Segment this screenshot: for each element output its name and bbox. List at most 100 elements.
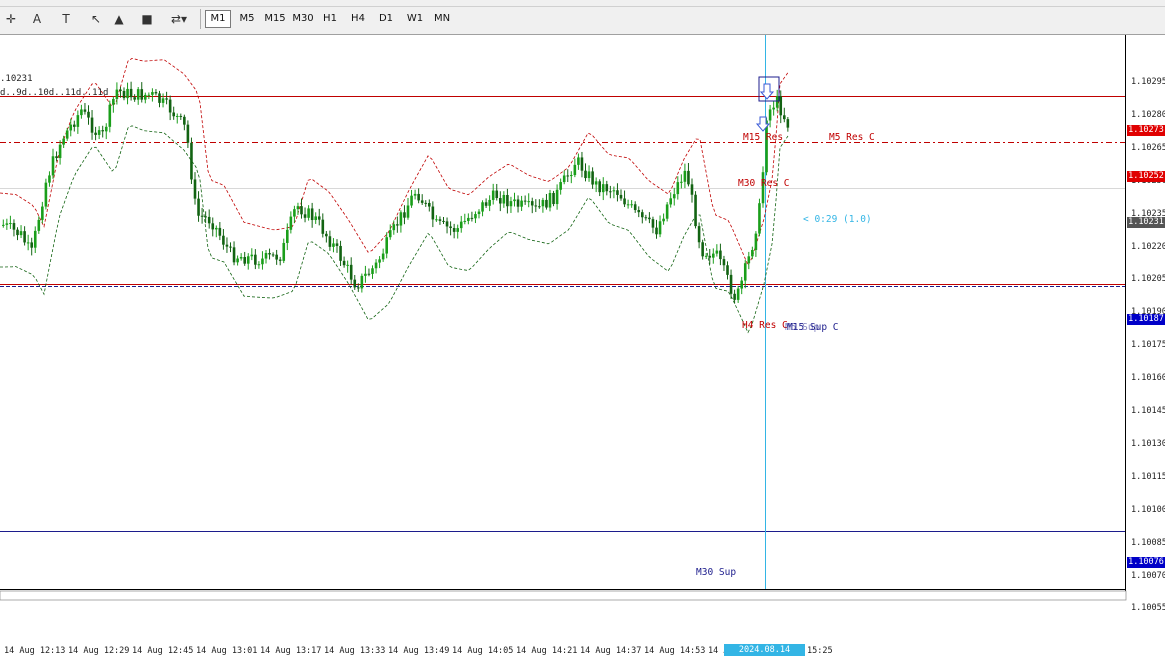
timeframe-w1[interactable]: W1 (403, 11, 427, 27)
candle-body (630, 204, 633, 206)
candle-body (410, 195, 413, 206)
candle-body (364, 273, 367, 276)
countdown-label: < 0:29 (1.0) (803, 214, 872, 225)
toolbar-separator (200, 9, 201, 29)
time-axis-label: 14 Aug 12:29 (68, 646, 130, 656)
price-axis-label: 1.10295 (1131, 77, 1165, 87)
candle-body (314, 216, 317, 221)
candle-body (484, 202, 488, 206)
candle-body (651, 219, 655, 228)
timeframe-m30[interactable]: M30 (290, 11, 316, 27)
triangle-tool-icon[interactable]: ▲ (110, 11, 128, 27)
candle-body (16, 229, 19, 236)
candle-body (58, 144, 62, 159)
candle-body (747, 256, 751, 264)
candle-body (76, 115, 80, 127)
candle-body (786, 119, 790, 128)
candle-body (573, 164, 577, 176)
candle-body (499, 198, 502, 204)
more-objects-icon[interactable]: ⇄▾ (167, 11, 191, 27)
candle-body (179, 115, 183, 117)
price-axis-label: 1.10085 (1131, 537, 1165, 548)
timeframe-h4[interactable]: H4 (347, 11, 369, 27)
candle-body (161, 98, 165, 103)
timeframe-mn[interactable]: MN (430, 11, 454, 27)
candle-body (726, 265, 729, 275)
candle-body (768, 109, 772, 121)
candle-body (388, 230, 392, 238)
candle-body (665, 204, 669, 219)
label-m5-res: M5 Res C (829, 132, 875, 143)
candle-body (346, 264, 349, 266)
candle-body (523, 200, 527, 202)
price-axis-label: 1.10055 (1131, 603, 1165, 614)
candle-body (303, 214, 307, 218)
candle-body (243, 257, 246, 264)
candle-body (509, 201, 513, 207)
price-chart[interactable] (0, 35, 1165, 629)
candle-body (218, 227, 222, 236)
timeframe-m1[interactable]: M1 (205, 10, 231, 28)
candle-body (751, 249, 754, 257)
candle-body (104, 126, 108, 132)
text-tool-icon[interactable]: A (28, 11, 46, 27)
candle-body (428, 202, 431, 207)
timeframe-h1[interactable]: H1 (319, 11, 341, 27)
candle-body (310, 208, 314, 221)
candle-body (222, 235, 225, 245)
candle-body (694, 194, 697, 227)
candle-body (516, 199, 520, 207)
crosshair-icon[interactable]: ✛ (2, 11, 20, 27)
price-axis-label: 1.10070 (1131, 570, 1165, 581)
candle-body (41, 206, 44, 220)
candle-body (140, 89, 144, 100)
time-axis-label: 14 Aug 12:45 (132, 646, 194, 656)
candle-body (743, 263, 747, 281)
candle-body (225, 244, 229, 247)
rectangle-tool-icon[interactable]: ■ (138, 11, 156, 27)
timeframe-m5[interactable]: M5 (235, 11, 259, 27)
candle-body (200, 215, 204, 217)
chart-area[interactable]: .10231 d..9d..10d..11d..11d 1.10295 1.102… (0, 35, 1165, 667)
candle-body (48, 175, 51, 183)
chart-info: .10231 d..9d..10d..11d..11d (0, 72, 108, 100)
price-tag: 1.10252 (1127, 171, 1165, 183)
candle-body (591, 171, 594, 185)
candle-body (360, 275, 364, 289)
candle-body (683, 170, 687, 182)
candle-body (328, 236, 332, 247)
candle-body (335, 243, 339, 246)
info-days: d..9d..10d..11d..11d (0, 88, 109, 98)
candle-body (215, 227, 218, 230)
candle-body (456, 228, 459, 232)
candle-body (37, 219, 41, 231)
candle-body (555, 189, 559, 205)
candle-body (44, 182, 48, 207)
candle-body (626, 204, 630, 206)
time-end-label: 15:25 (807, 646, 833, 656)
candle-body (165, 98, 168, 100)
candle-body (321, 219, 325, 234)
candle-body (197, 198, 200, 216)
candle-body (204, 216, 207, 218)
price-axis-label: 1.10220 (1131, 241, 1165, 252)
candle-body (779, 96, 783, 116)
candle-body (90, 117, 94, 133)
candle-body (108, 104, 112, 127)
candle-body (669, 198, 672, 205)
candle-body (232, 247, 236, 263)
candle-body (307, 208, 310, 218)
candle-body (261, 258, 264, 265)
text-label-tool-icon[interactable]: T (57, 11, 75, 27)
candle-body (438, 219, 442, 221)
arrow-tool-icon[interactable]: ↖ (87, 11, 105, 27)
time-axis-label: 14 Aug 12:13 (4, 646, 66, 656)
candle-body (73, 124, 76, 127)
candle-body (548, 192, 552, 208)
candle-body (736, 288, 740, 300)
candle-body (584, 170, 587, 179)
candle-body (136, 89, 140, 100)
timeframe-m15[interactable]: M15 (262, 11, 288, 27)
timeframe-d1[interactable]: D1 (375, 11, 397, 27)
price-axis-label: 1.10115 (1131, 471, 1165, 482)
